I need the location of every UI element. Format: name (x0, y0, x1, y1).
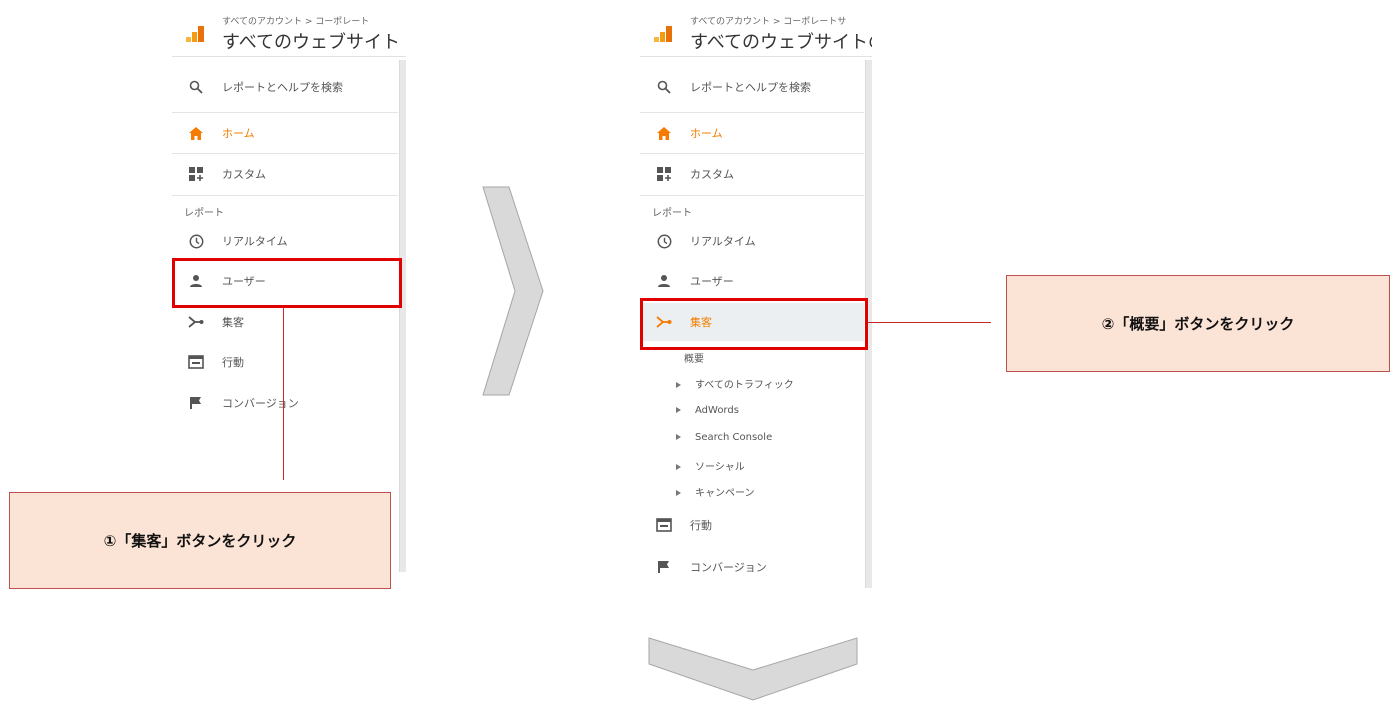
custom-icon (656, 166, 672, 182)
nav-item-custom[interactable]: カスタム (640, 155, 864, 193)
nav-item-conversion[interactable]: コンバージョン (172, 384, 398, 422)
behavior-label: 行動 (690, 519, 712, 532)
arrow-down-chevron-icon (648, 637, 858, 701)
home-label: ホーム (222, 127, 255, 140)
expand-triangle-icon (676, 382, 681, 388)
arrow-right-chevron-icon (482, 186, 544, 396)
connector-line (868, 322, 991, 323)
sub-item-adwords[interactable]: AdWords (676, 405, 739, 416)
nav-item-realtime[interactable]: リアルタイム (640, 222, 864, 260)
right-nav-panel: すべてのアカウント > コーポレートサ すべてのウェブサイトの レポートとヘルプ… (640, 0, 872, 588)
custom-label: カスタム (690, 168, 734, 181)
account-title[interactable]: すべてのウェブサイトの (690, 28, 872, 54)
callout-step1: ①「集客」ボタンをクリック (9, 492, 391, 589)
flag-icon (188, 395, 204, 411)
search-label: レポートとヘルプを検索 (690, 81, 811, 94)
nav-item-realtime[interactable]: リアルタイム (172, 222, 398, 260)
nav-item-home[interactable]: ホーム (640, 114, 864, 152)
custom-label: カスタム (222, 168, 266, 181)
account-title[interactable]: すべてのウェブサイト (222, 28, 400, 54)
analytics-logo-icon (186, 26, 206, 42)
sub-item-label: ソーシャル (695, 462, 745, 473)
sub-item-all-traffic[interactable]: すべてのトラフィック (676, 376, 794, 391)
breadcrumb[interactable]: すべてのアカウント > コーポレート (222, 14, 369, 27)
person-icon (656, 273, 672, 289)
sub-item-label: すべてのトラフィック (695, 380, 794, 391)
behavior-icon (188, 354, 204, 370)
nav-item-acquisition[interactable]: 集客 (172, 303, 398, 341)
search-reports[interactable]: レポートとヘルプを検索 (172, 68, 398, 106)
divider (640, 112, 864, 113)
conversion-label: コンバージョン (222, 397, 299, 410)
account-header[interactable]: すべてのアカウント > コーポレートサ すべてのウェブサイトの (640, 0, 872, 57)
realtime-label: リアルタイム (222, 235, 288, 248)
nav-item-behavior[interactable]: 行動 (172, 343, 398, 381)
home-icon (188, 125, 204, 141)
behavior-label: 行動 (222, 356, 244, 369)
account-header[interactable]: すべてのアカウント > コーポレート すべてのウェブサイト (172, 0, 406, 57)
sub-item-label: キャンペーン (695, 488, 755, 499)
expand-triangle-icon (676, 464, 681, 470)
divider (640, 153, 864, 154)
search-icon (656, 79, 672, 95)
divider (172, 112, 398, 113)
search-label: レポートとヘルプを検索 (222, 81, 343, 94)
divider (640, 195, 864, 196)
nav-item-behavior[interactable]: 行動 (640, 506, 864, 544)
nav-item-user[interactable]: ユーザー (640, 262, 864, 300)
search-reports[interactable]: レポートとヘルプを検索 (640, 68, 864, 106)
home-icon (656, 125, 672, 141)
sub-item-search-console[interactable]: Search Console (676, 432, 772, 443)
nav-item-conversion[interactable]: コンバージョン (640, 548, 864, 586)
callout-step2: ②「概要」ボタンをクリック (1006, 275, 1390, 372)
user-label: ユーザー (690, 275, 734, 288)
breadcrumb[interactable]: すべてのアカウント > コーポレートサ (690, 14, 846, 27)
sub-item-social[interactable]: ソーシャル (676, 458, 745, 473)
highlight-box-user (172, 258, 402, 308)
acquisition-icon (188, 314, 204, 330)
highlight-box-acquisition (640, 298, 868, 350)
nav-item-home[interactable]: ホーム (172, 114, 398, 152)
clock-icon (188, 233, 204, 249)
conversion-label: コンバージョン (690, 561, 767, 574)
custom-icon (188, 166, 204, 182)
behavior-icon (656, 517, 672, 533)
flag-icon (656, 559, 672, 575)
expand-triangle-icon (676, 407, 681, 413)
sub-item-label: AdWords (695, 405, 739, 416)
reports-section-heading: レポート (652, 208, 692, 219)
realtime-label: リアルタイム (690, 235, 756, 248)
analytics-logo-icon (654, 26, 674, 42)
clock-icon (656, 233, 672, 249)
expand-triangle-icon (676, 490, 681, 496)
reports-section-heading: レポート (184, 208, 224, 219)
sub-item-overview[interactable]: 概要 (684, 350, 704, 365)
home-label: ホーム (690, 127, 723, 140)
nav-item-custom[interactable]: カスタム (172, 155, 398, 193)
expand-triangle-icon (676, 434, 681, 440)
acquisition-label: 集客 (222, 316, 244, 329)
sub-item-campaigns[interactable]: キャンペーン (676, 484, 755, 499)
search-icon (188, 79, 204, 95)
scrollbar[interactable] (399, 60, 406, 572)
divider (172, 153, 398, 154)
connector-line (283, 308, 284, 480)
divider (172, 195, 398, 196)
sub-item-label: Search Console (695, 432, 773, 443)
